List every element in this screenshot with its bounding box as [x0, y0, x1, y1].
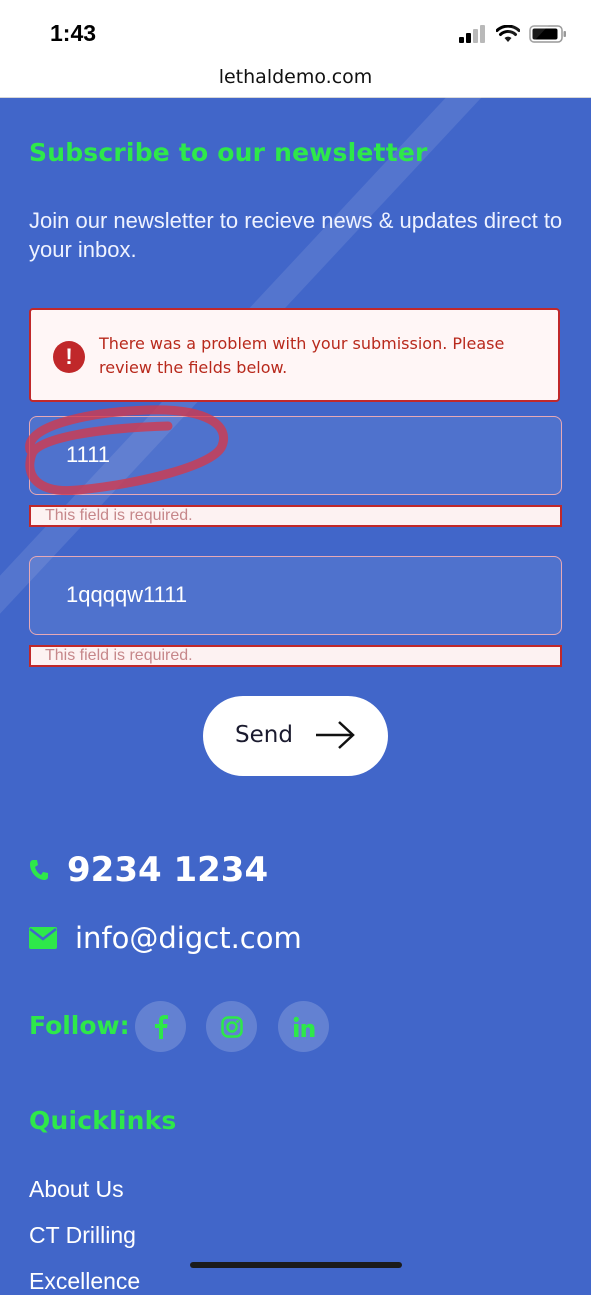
send-button[interactable]: Send [203, 696, 388, 776]
newsletter-heading: Subscribe to our newsletter [29, 138, 428, 167]
envelope-icon [29, 927, 57, 949]
phone-icon [30, 860, 48, 880]
phone-row[interactable]: 9234 1234 [29, 850, 268, 890]
email-address: info@digct.com [75, 921, 302, 955]
status-time: 1:43 [50, 20, 97, 46]
exclamation-icon: ! [53, 341, 85, 373]
instagram-button[interactable] [206, 1001, 257, 1052]
phone-number: 9234 1234 [67, 850, 269, 890]
quicklink-ct-drilling[interactable]: CT Drilling [29, 1222, 136, 1249]
email-row[interactable]: info@digct.com [29, 921, 302, 955]
follow-label: Follow: [29, 1011, 130, 1040]
field-1-error-text: This field is required. [45, 507, 193, 524]
alert-message: There was a problem with your submission… [99, 334, 505, 377]
quicklink-excellence[interactable]: Excellence [29, 1268, 140, 1295]
red-circle-annotation [25, 405, 228, 496]
field-2-value: 1qqqqw1111 [66, 582, 188, 607]
submission-error-alert: ! There was a problem with your submissi… [29, 308, 560, 402]
quicklinks-heading: Quicklinks [29, 1106, 177, 1135]
arrow-right-icon [316, 721, 355, 749]
send-label: Send [235, 722, 293, 748]
cellular-signal-icon [459, 25, 485, 43]
newsletter-field-2[interactable]: 1qqqqw1111 [29, 556, 562, 635]
field-1-error: This field is required. [29, 505, 562, 527]
field-2-error-text: This field is required. [45, 647, 193, 664]
instagram-icon [220, 1015, 243, 1038]
home-indicator[interactable] [190, 1262, 402, 1268]
linkedin-icon [293, 1016, 314, 1037]
field-2-error: This field is required. [29, 645, 562, 667]
facebook-icon [154, 1014, 168, 1039]
linkedin-button[interactable] [278, 1001, 329, 1052]
quicklink-about-us[interactable]: About Us [29, 1176, 124, 1203]
newsletter-intro: Join our newsletter to recieve news & up… [29, 208, 563, 262]
facebook-button[interactable] [135, 1001, 186, 1052]
